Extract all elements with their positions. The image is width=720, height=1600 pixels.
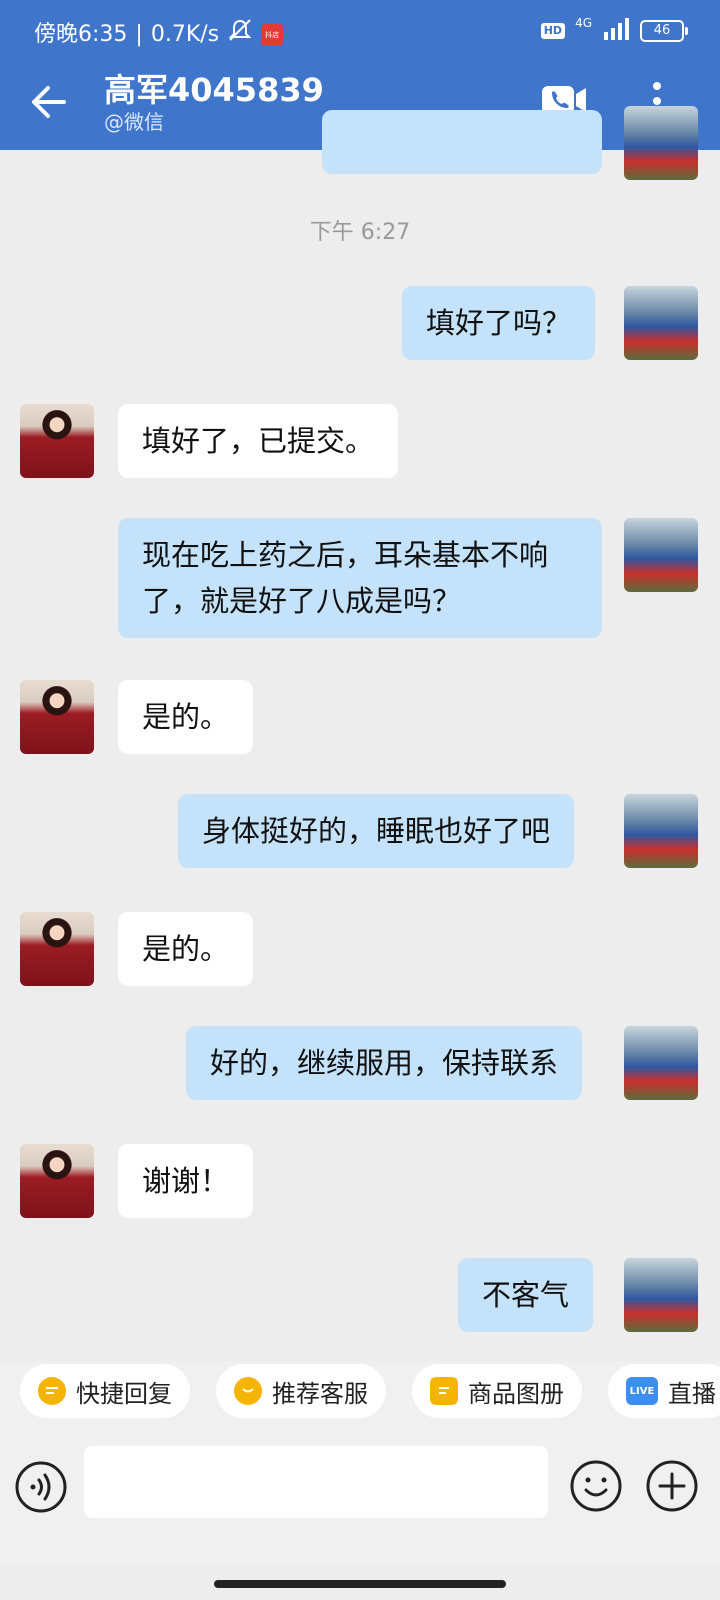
message-bubble-incoming[interactable]: 填好了，已提交。	[118, 404, 399, 478]
home-indicator[interactable]	[214, 1580, 506, 1588]
chat-screen: 傍晚6:35 | 0.7K/s 抖店 HD 4G 46 高军4045839 @微…	[0, 0, 720, 1600]
chip-label: 商品图册	[468, 1379, 564, 1408]
agent-avatar[interactable]	[624, 794, 698, 868]
quick-reply-icon	[38, 1377, 66, 1405]
agent-avatar[interactable]	[624, 106, 698, 180]
message-bubble-incoming[interactable]: 是的。	[118, 912, 254, 986]
message-bubble-outgoing[interactable]: 好的，继续服用，保持联系	[186, 1026, 583, 1100]
customer-avatar[interactable]	[20, 680, 94, 754]
agent-avatar[interactable]	[624, 1258, 698, 1332]
signal-icon	[602, 18, 630, 44]
smiley-icon	[570, 1460, 622, 1512]
voice-icon	[15, 1461, 67, 1513]
contact-name: 高军4045839	[104, 71, 324, 109]
battery-icon: 46	[640, 20, 688, 42]
chat-area[interactable]: 下午 6:27 填好了吗？ 填好了，已提交。 现在吃上药之后，耳朵基本不响了，就…	[0, 106, 720, 1350]
status-divider: |	[135, 22, 143, 47]
recommend-service-icon	[234, 1377, 262, 1405]
message-input[interactable]	[84, 1446, 548, 1518]
emoji-button[interactable]	[568, 1458, 624, 1514]
network-speed: 0.7K/s	[150, 22, 220, 47]
voice-input-button[interactable]	[14, 1460, 68, 1514]
chat-timestamp: 下午 6:27	[309, 220, 411, 245]
more-functions-button[interactable]	[644, 1458, 700, 1514]
back-arrow-icon	[32, 86, 66, 118]
live-chip[interactable]: LIVE 直播	[608, 1364, 720, 1418]
agent-avatar[interactable]	[624, 518, 698, 592]
product-album-icon	[430, 1377, 458, 1405]
chip-label: 推荐客服	[272, 1379, 368, 1408]
message-bubble-outgoing[interactable]: 身体挺好的，睡眠也好了吧	[178, 794, 575, 868]
mute-icon	[227, 18, 253, 52]
quick-reply-bar: 快捷回复 推荐客服 商品图册 LIVE 直播	[0, 1362, 720, 1442]
message-bubble-outgoing[interactable]: 现在吃上药之后，耳朵基本不响了，就是好了八成是吗？	[118, 518, 602, 638]
chip-label: 快捷回复	[76, 1379, 172, 1408]
live-icon: LIVE	[626, 1377, 658, 1405]
status-time: 傍晚6:35	[34, 22, 128, 47]
hd-badge: HD	[540, 23, 566, 39]
partial-message-bubble	[322, 110, 602, 174]
message-bubble-incoming[interactable]: 谢谢！	[118, 1144, 254, 1218]
message-bubble-outgoing[interactable]: 填好了吗？	[402, 286, 596, 360]
customer-avatar[interactable]	[20, 1144, 94, 1218]
contact-source: @微信	[104, 110, 164, 134]
agent-avatar[interactable]	[624, 1026, 698, 1100]
message-bubble-incoming[interactable]: 是的。	[118, 680, 254, 754]
app-badge-icon: 抖店	[261, 24, 284, 46]
customer-avatar[interactable]	[20, 912, 94, 986]
message-bubble-outgoing[interactable]: 不客气	[458, 1258, 594, 1332]
status-bar: 傍晚6:35 | 0.7K/s 抖店 HD 4G 46	[0, 0, 720, 66]
input-bar	[0, 1442, 720, 1562]
product-album-chip[interactable]: 商品图册	[412, 1364, 582, 1418]
recommend-service-chip[interactable]: 推荐客服	[216, 1364, 386, 1418]
plus-icon	[646, 1460, 698, 1512]
agent-avatar[interactable]	[624, 286, 698, 360]
quick-reply-chip[interactable]: 快捷回复	[20, 1364, 190, 1418]
chip-label: 直播	[668, 1379, 716, 1408]
back-button[interactable]	[24, 78, 72, 126]
customer-avatar[interactable]	[20, 404, 94, 478]
network-type: 4G	[575, 16, 592, 30]
